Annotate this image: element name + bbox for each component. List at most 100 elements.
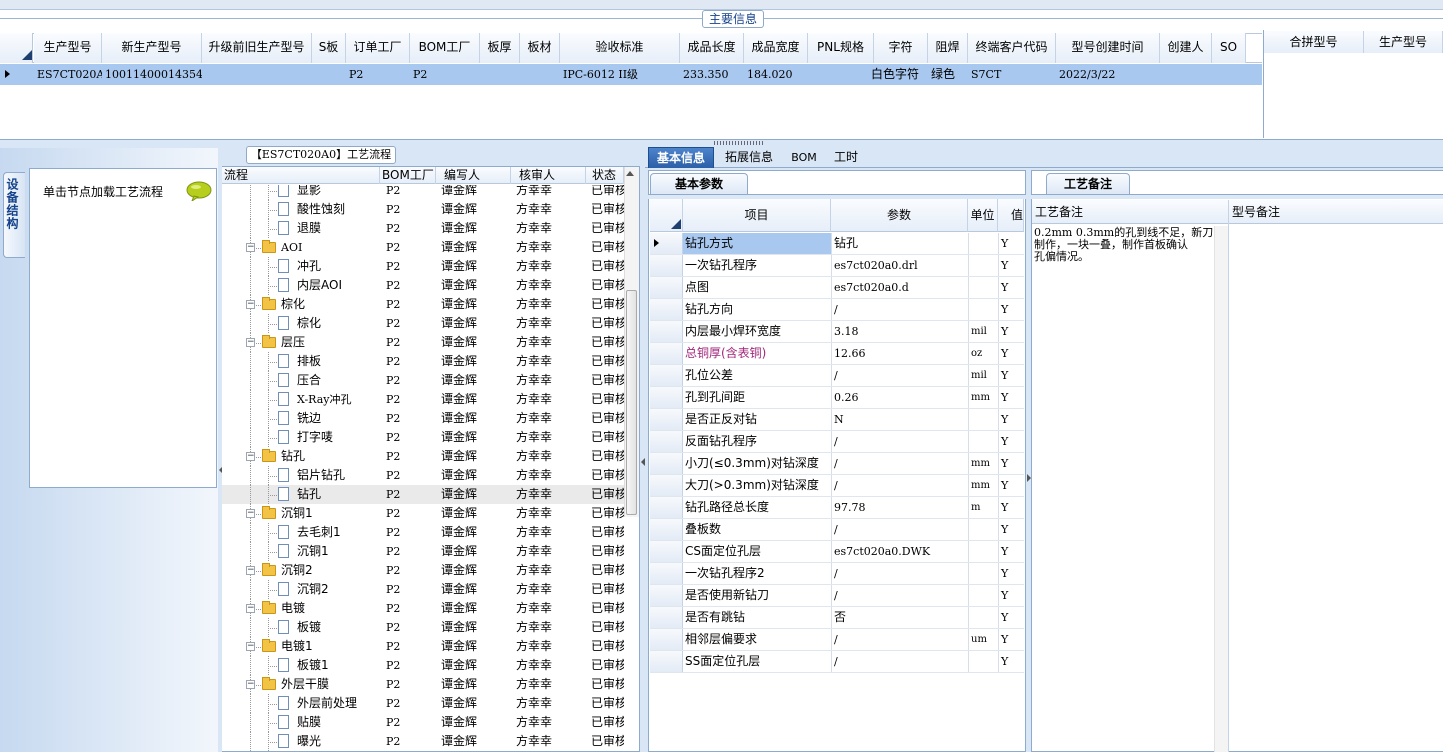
row-header[interactable] [650,519,683,540]
tree-collapse-icon[interactable]: − [246,604,255,613]
flow-tree-row[interactable]: 去毛刺1 P2 谭金辉 方幸幸 已审核 [222,523,624,542]
param-row[interactable]: 钻孔方向 / Y [650,299,1024,321]
tab-work-hours[interactable]: 工时 [826,147,866,168]
flow-tree-row[interactable]: 酸性蚀刻 P2 谭金辉 方幸幸 已审核 [222,200,624,219]
flow-step-name[interactable]: 沉铜2 [281,561,380,580]
flow-step-reviewer[interactable]: 方幸幸 [516,185,586,200]
flow-step-reviewer[interactable]: 方幸幸 [516,276,586,295]
flow-step-reviewer[interactable]: 方幸幸 [516,713,586,732]
param-unit[interactable] [968,255,998,276]
flow-step-name[interactable]: 铝片钻孔 [297,466,380,485]
flow-step-writer[interactable]: 谭金辉 [441,238,511,257]
flow-step-name[interactable]: 沉铜1 [297,542,380,561]
col-header-thickness[interactable]: 板厚 [480,33,520,63]
flow-step-factory[interactable]: P2 [386,409,436,428]
flow-step-status[interactable]: 已审核 [591,390,624,409]
cell-length[interactable]: 233.350 [680,64,744,85]
row-header[interactable] [650,365,683,386]
flow-step-reviewer[interactable]: 方幸幸 [516,390,586,409]
tree-collapse-icon[interactable]: − [246,642,255,651]
flow-step-factory[interactable]: P2 [386,257,436,276]
flow-step-name[interactable]: 去毛刺1 [297,523,380,542]
param-unit[interactable] [968,541,998,562]
flow-step-factory[interactable]: P2 [386,561,436,580]
flow-step-reviewer[interactable]: 方幸幸 [516,637,586,656]
cell-legend[interactable]: 白色字符 [868,64,928,85]
param-row[interactable]: SS面定位孔层 / Y [650,651,1024,673]
flow-step-writer[interactable]: 谭金辉 [441,504,511,523]
flow-tree-row[interactable]: 棕化 P2 谭金辉 方幸幸 已审核 [222,314,624,333]
param-flag[interactable]: Y [998,233,1024,254]
flow-step-reviewer[interactable]: 方幸幸 [516,238,586,257]
param-row[interactable]: 一次钻孔程序 es7ct020a0.drl Y [650,255,1024,277]
param-value[interactable]: / [831,629,968,650]
flow-step-name[interactable]: 内层AOI [297,276,380,295]
param-value[interactable]: 0.26 [831,387,968,408]
param-unit[interactable] [968,563,998,584]
flow-step-reviewer[interactable]: 方幸幸 [516,504,586,523]
flow-step-factory[interactable]: P2 [386,618,436,637]
tree-collapse-icon[interactable]: − [246,680,255,689]
param-item[interactable]: 小刀(≤0.3mm)对钻深度 [683,453,831,474]
param-unit[interactable] [968,585,998,606]
param-item[interactable]: SS面定位孔层 [683,651,831,672]
flow-collapse-handle[interactable] [640,148,645,752]
flow-tree-row[interactable]: 曝光 P2 谭金辉 方幸幸 已审核 [222,732,624,751]
param-unit[interactable] [968,299,998,320]
flow-scroll-thumb[interactable] [626,290,637,515]
param-row[interactable]: 相邻层偏要求 / um Y [650,629,1024,651]
param-unit[interactable] [968,607,998,628]
param-item[interactable]: 孔位公差 [683,365,831,386]
flow-step-factory[interactable]: P2 [386,485,436,504]
flow-tree-row[interactable]: 退膜 P2 谭金辉 方幸幸 已审核 [222,219,624,238]
flow-step-name[interactable]: 板镀1 [297,656,380,675]
param-item[interactable]: 叠板数 [683,519,831,540]
param-item[interactable]: 一次钻孔程序2 [683,563,831,584]
param-row[interactable]: 是否正反对钻 N Y [650,409,1024,431]
flow-tree-row[interactable]: − 沉铜1 P2 谭金辉 方幸幸 已审核 [222,504,624,523]
tab-basic-info[interactable]: 基本信息 [648,147,714,168]
structure-panel[interactable] [29,168,217,488]
flow-step-factory[interactable]: P2 [386,675,436,694]
tab-process-notes[interactable]: 工艺备注 [1046,173,1130,194]
flow-step-status[interactable]: 已审核 [591,618,624,637]
flow-step-reviewer[interactable]: 方幸幸 [516,694,586,713]
tree-collapse-icon[interactable]: − [246,509,255,518]
col-header-new-model[interactable]: 新生产型号 [102,33,202,63]
flow-step-reviewer[interactable]: 方幸幸 [516,580,586,599]
flow-step-reviewer[interactable]: 方幸幸 [516,656,586,675]
row-header[interactable] [650,541,683,562]
flow-step-factory[interactable]: P2 [386,580,436,599]
flow-step-status[interactable]: 已审核 [591,599,624,618]
flow-step-status[interactable]: 已审核 [591,295,624,314]
row-header[interactable] [650,343,683,364]
flow-tree-row[interactable]: 钻孔 P2 谭金辉 方幸幸 已审核 [222,485,624,504]
flow-step-name[interactable]: 显影 [297,185,380,200]
col-header-created[interactable]: 型号创建时间 [1056,33,1160,63]
flow-step-writer[interactable]: 谭金辉 [441,390,511,409]
flow-step-factory[interactable]: P2 [386,314,436,333]
flow-step-reviewer[interactable]: 方幸幸 [516,371,586,390]
col-header-creator[interactable]: 创建人 [1160,33,1212,63]
flow-step-name[interactable]: 压合 [297,371,380,390]
flow-step-factory[interactable]: P2 [386,390,436,409]
flow-step-reviewer[interactable]: 方幸幸 [516,561,586,580]
flow-step-status[interactable]: 已审核 [591,219,624,238]
flow-step-status[interactable]: 已审核 [591,580,624,599]
param-item[interactable]: 反面钻孔程序 [683,431,831,452]
tree-collapse-icon[interactable]: − [246,300,255,309]
flow-step-reviewer[interactable]: 方幸幸 [516,352,586,371]
flow-tree-row[interactable]: 板镀 P2 谭金辉 方幸幸 已审核 [222,618,624,637]
flow-step-reviewer[interactable]: 方幸幸 [516,314,586,333]
flow-step-name[interactable]: 棕化 [297,314,380,333]
flow-step-reviewer[interactable]: 方幸幸 [516,333,586,352]
param-item[interactable]: 是否使用新钻刀 [683,585,831,606]
param-value[interactable]: / [831,431,968,452]
param-row[interactable]: 一次钻孔程序2/ Y [650,563,1024,585]
param-item[interactable]: 是否有跳钻 [683,607,831,628]
cell-new-model[interactable]: 10011400014354 [102,64,202,85]
flow-step-name[interactable]: X-Ray冲孔 [297,390,380,409]
flow-step-status[interactable]: 已审核 [591,732,624,751]
row-header[interactable] [650,453,683,474]
flow-tree-row[interactable]: 板镀1 P2 谭金辉 方幸幸 已审核 [222,656,624,675]
